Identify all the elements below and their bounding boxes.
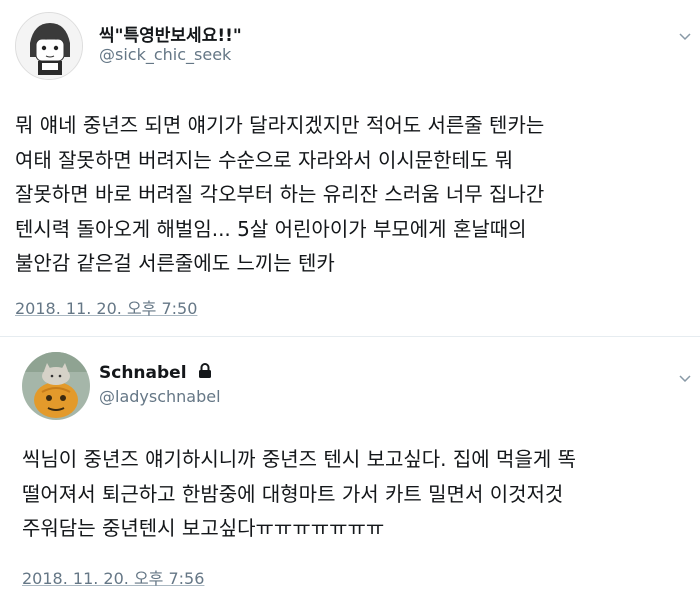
lock-icon: [199, 363, 212, 378]
manga-portrait-icon: [16, 13, 82, 79]
tweet-card: 씩"특영반보세요!!" @sick_chic_seek 뭐 얘네 중년즈 되면 …: [0, 0, 700, 336]
tweet-card: Schnabel @ladyschnabel 씩님이 중년즈 얘기하시니까 중년…: [0, 336, 700, 598]
cat-pumpkin-icon: [22, 352, 90, 420]
tweet-text: 씩님이 중년즈 얘기하시니까 중년즈 텐시 보고싶다. 집에 먹을게 똑 떨어져…: [22, 447, 577, 540]
user-handle[interactable]: @ladyschnabel: [99, 387, 221, 406]
chevron-down-icon[interactable]: [679, 30, 691, 42]
user-handle[interactable]: @sick_chic_seek: [99, 45, 231, 64]
tweet-timestamp[interactable]: 2018. 11. 20. 오후 7:56: [22, 565, 204, 589]
display-name[interactable]: 씩"특영반보세요!!": [99, 21, 242, 46]
chevron-down-icon[interactable]: [679, 372, 691, 384]
display-name[interactable]: Schnabel: [99, 363, 212, 383]
user-avatar[interactable]: [22, 352, 90, 420]
tweet-timestamp[interactable]: 2018. 11. 20. 오후 7:50: [15, 295, 197, 319]
display-name-text: Schnabel: [99, 363, 187, 383]
user-avatar[interactable]: [15, 12, 83, 80]
tweet-text: 뭐 얘네 중년즈 되면 얘기가 달라지겠지만 적어도 서른줄 텐카는 여태 잘못…: [15, 113, 545, 275]
